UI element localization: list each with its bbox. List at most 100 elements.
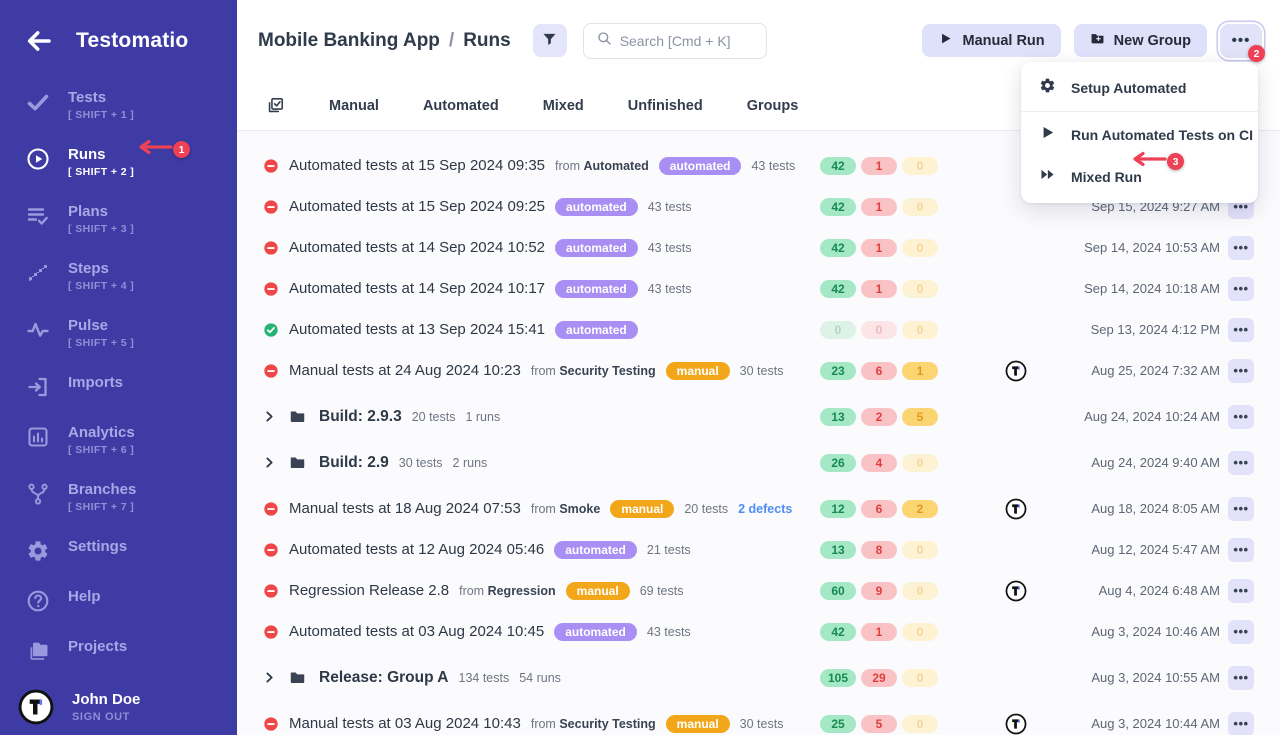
- chevron-right-icon[interactable]: [263, 456, 276, 469]
- row-more-button[interactable]: •••: [1228, 620, 1254, 644]
- dropdown-item-mixed-run[interactable]: Mixed Run: [1021, 156, 1258, 198]
- run-more-col: •••: [1228, 277, 1254, 301]
- run-row-main: Release: Group A134 tests54 runs: [263, 669, 820, 687]
- count-pill-fail: 1: [861, 280, 897, 298]
- group-row[interactable]: Release: Group A134 tests54 runs105290Au…: [237, 657, 1280, 698]
- run-row[interactable]: Automated tests at 14 Sep 2024 10:17auto…: [237, 268, 1280, 309]
- count-pill-skip: 0: [902, 280, 938, 298]
- run-more-col: •••: [1228, 538, 1254, 562]
- sidebar-item-runs[interactable]: Runs[ SHIFT + 2 ]: [0, 139, 237, 185]
- sidebar-item-tests[interactable]: Tests [ SHIFT + 1 ]: [0, 82, 237, 128]
- avatar-logo: [1005, 580, 1027, 602]
- run-avatar-col: [962, 360, 1070, 382]
- run-date: Aug 18, 2024 8:05 AM: [1070, 501, 1228, 516]
- tab-manual[interactable]: Manual: [329, 98, 379, 114]
- search-box[interactable]: [583, 23, 767, 59]
- row-more-button[interactable]: •••: [1228, 666, 1254, 690]
- filter-button[interactable]: [533, 24, 567, 57]
- row-more-button[interactable]: •••: [1228, 405, 1254, 429]
- run-tests-count: 43 tests: [648, 200, 692, 214]
- sidebar-item-pulse[interactable]: Pulse[ SHIFT + 5 ]: [0, 310, 237, 356]
- run-from-label: from Automated: [555, 159, 649, 173]
- row-more-button[interactable]: •••: [1228, 236, 1254, 260]
- sidebar-item-branches[interactable]: Branches[ SHIFT + 7 ]: [0, 474, 237, 520]
- run-row-main: Build: 2.930 tests2 runs: [263, 454, 820, 472]
- sidebar-header: Testomatio: [0, 0, 237, 70]
- sidebar-item-imports[interactable]: Imports: [0, 367, 237, 406]
- avatar-logo: [1005, 713, 1027, 735]
- sidebar-item-projects[interactable]: Projects: [0, 631, 237, 670]
- minus-circle-icon: [263, 363, 279, 379]
- run-row[interactable]: Automated tests at 03 Aug 2024 10:45auto…: [237, 611, 1280, 652]
- row-more-button[interactable]: •••: [1228, 359, 1254, 383]
- run-more-col: •••: [1228, 620, 1254, 644]
- sidebar-item-shortcut: [ SHIFT + 2 ]: [68, 166, 134, 178]
- more-actions-button[interactable]: •••: [1220, 24, 1262, 58]
- run-row[interactable]: Manual tests at 18 Aug 2024 07:53from Sm…: [237, 488, 1280, 529]
- run-type-badge: manual: [566, 582, 630, 600]
- result-counts: 1262: [820, 500, 962, 518]
- result-counts: 4210: [820, 157, 962, 175]
- chevron-right-icon[interactable]: [263, 671, 276, 684]
- run-tests-count: 43 tests: [648, 241, 692, 255]
- run-from-label: from Security Testing: [531, 364, 656, 378]
- run-type-badge: automated: [554, 623, 637, 641]
- row-more-button[interactable]: •••: [1228, 451, 1254, 475]
- group-row[interactable]: Build: 2.9.320 tests1 runs1325Aug 24, 20…: [237, 396, 1280, 437]
- run-row[interactable]: Automated tests at 14 Sep 2024 10:52auto…: [237, 227, 1280, 268]
- run-title: Automated tests at 13 Sep 2024 15:41: [289, 321, 545, 338]
- defects-link[interactable]: 2 defects: [738, 502, 792, 516]
- group-runs-count: 1 runs: [465, 410, 500, 424]
- tab-mixed[interactable]: Mixed: [543, 98, 584, 114]
- sidebar-item-analytics[interactable]: Analytics[ SHIFT + 6 ]: [0, 417, 237, 463]
- back-arrow-icon[interactable]: [24, 26, 54, 56]
- new-group-button[interactable]: New Group: [1074, 24, 1207, 57]
- minus-circle-icon: [263, 716, 279, 732]
- row-more-button[interactable]: •••: [1228, 712, 1254, 735]
- sidebar-item-label: Tests: [68, 89, 134, 106]
- run-more-col: •••: [1228, 236, 1254, 260]
- run-more-col: •••: [1228, 579, 1254, 603]
- avatar-logo: [1005, 360, 1027, 382]
- run-row[interactable]: Automated tests at 13 Sep 2024 15:41auto…: [237, 309, 1280, 350]
- sidebar-item-text: Tests [ SHIFT + 1 ]: [68, 89, 134, 121]
- dropdown-item-run-automated-tests-on-ci[interactable]: Run Automated Tests on CI: [1021, 114, 1258, 156]
- result-counts: 6090: [820, 582, 962, 600]
- breadcrumb-project[interactable]: Mobile Banking App: [258, 30, 440, 52]
- chevron-right-icon[interactable]: [263, 410, 276, 423]
- row-more-button[interactable]: •••: [1228, 318, 1254, 342]
- user-section[interactable]: John Doe SIGN OUT: [0, 681, 237, 733]
- row-more-button[interactable]: •••: [1228, 277, 1254, 301]
- run-row-main: Automated tests at 14 Sep 2024 10:52auto…: [263, 239, 820, 257]
- sidebar-item-label: Help: [68, 588, 101, 605]
- row-more-button[interactable]: •••: [1228, 497, 1254, 521]
- search-input[interactable]: [620, 33, 754, 49]
- sidebar-item-shortcut: [ SHIFT + 1 ]: [68, 109, 134, 121]
- manual-run-button[interactable]: Manual Run: [922, 24, 1060, 57]
- run-row[interactable]: Manual tests at 03 Aug 2024 10:43from Se…: [237, 703, 1280, 735]
- run-more-col: •••: [1228, 318, 1254, 342]
- select-all-icon[interactable]: [266, 96, 285, 115]
- tab-automated[interactable]: Automated: [423, 98, 499, 114]
- result-counts: 4210: [820, 239, 962, 257]
- count-pill-skip: 0: [902, 454, 938, 472]
- dropdown-item-setup-automated[interactable]: Setup Automated: [1021, 67, 1258, 109]
- sidebar-item-plans[interactable]: Plans[ SHIFT + 3 ]: [0, 196, 237, 242]
- sidebar-item-text: Settings: [68, 538, 127, 555]
- result-counts: 4210: [820, 623, 962, 641]
- row-more-button[interactable]: •••: [1228, 538, 1254, 562]
- row-more-button[interactable]: •••: [1228, 579, 1254, 603]
- sidebar-item-settings[interactable]: Settings: [0, 531, 237, 570]
- tab-groups[interactable]: Groups: [747, 98, 799, 114]
- run-row[interactable]: Automated tests at 12 Aug 2024 05:46auto…: [237, 529, 1280, 570]
- sign-out-link[interactable]: SIGN OUT: [72, 711, 140, 723]
- sidebar-item-text: Pulse[ SHIFT + 5 ]: [68, 317, 134, 349]
- run-row[interactable]: Regression Release 2.8from Regressionman…: [237, 570, 1280, 611]
- run-row[interactable]: Manual tests at 24 Aug 2024 10:23from Se…: [237, 350, 1280, 391]
- sidebar-item-help[interactable]: Help: [0, 581, 237, 620]
- sidebar-item-steps[interactable]: Steps[ SHIFT + 4 ]: [0, 253, 237, 299]
- dropdown-item-label: Mixed Run: [1071, 169, 1142, 185]
- tab-unfinished[interactable]: Unfinished: [628, 98, 703, 114]
- group-row[interactable]: Build: 2.930 tests2 runs2640Aug 24, 2024…: [237, 442, 1280, 483]
- run-type-badge: manual: [666, 715, 730, 733]
